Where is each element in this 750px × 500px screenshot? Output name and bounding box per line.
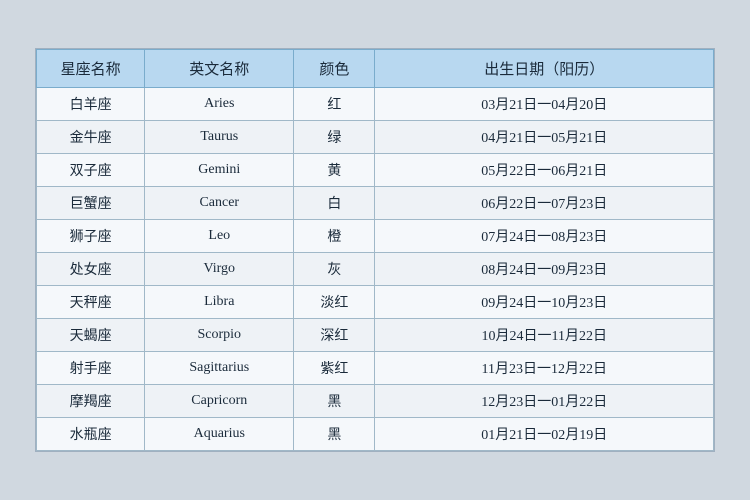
header-en: 英文名称 bbox=[145, 50, 294, 88]
cell-zh: 白羊座 bbox=[37, 88, 145, 121]
zodiac-table-container: 星座名称 英文名称 颜色 出生日期（阳历） 白羊座Aries红03月21日一04… bbox=[35, 48, 715, 452]
cell-date: 09月24日一10月23日 bbox=[375, 286, 714, 319]
table-row: 天秤座Libra淡红09月24日一10月23日 bbox=[37, 286, 714, 319]
cell-en: Sagittarius bbox=[145, 352, 294, 385]
table-row: 白羊座Aries红03月21日一04月20日 bbox=[37, 88, 714, 121]
cell-zh: 狮子座 bbox=[37, 220, 145, 253]
cell-en: Aries bbox=[145, 88, 294, 121]
cell-date: 11月23日一12月22日 bbox=[375, 352, 714, 385]
cell-en: Aquarius bbox=[145, 418, 294, 451]
cell-color: 白 bbox=[294, 187, 375, 220]
cell-date: 03月21日一04月20日 bbox=[375, 88, 714, 121]
cell-zh: 双子座 bbox=[37, 154, 145, 187]
table-row: 摩羯座Capricorn黑12月23日一01月22日 bbox=[37, 385, 714, 418]
cell-en: Capricorn bbox=[145, 385, 294, 418]
cell-en: Taurus bbox=[145, 121, 294, 154]
table-row: 狮子座Leo橙07月24日一08月23日 bbox=[37, 220, 714, 253]
cell-color: 橙 bbox=[294, 220, 375, 253]
cell-zh: 水瓶座 bbox=[37, 418, 145, 451]
table-row: 处女座Virgo灰08月24日一09月23日 bbox=[37, 253, 714, 286]
cell-color: 淡红 bbox=[294, 286, 375, 319]
cell-color: 深红 bbox=[294, 319, 375, 352]
cell-date: 12月23日一01月22日 bbox=[375, 385, 714, 418]
cell-zh: 射手座 bbox=[37, 352, 145, 385]
cell-color: 灰 bbox=[294, 253, 375, 286]
cell-date: 10月24日一11月22日 bbox=[375, 319, 714, 352]
cell-en: Gemini bbox=[145, 154, 294, 187]
cell-color: 黑 bbox=[294, 418, 375, 451]
zodiac-table: 星座名称 英文名称 颜色 出生日期（阳历） 白羊座Aries红03月21日一04… bbox=[36, 49, 714, 451]
table-row: 天蝎座Scorpio深红10月24日一11月22日 bbox=[37, 319, 714, 352]
cell-zh: 天秤座 bbox=[37, 286, 145, 319]
table-header-row: 星座名称 英文名称 颜色 出生日期（阳历） bbox=[37, 50, 714, 88]
table-row: 巨蟹座Cancer白06月22日一07月23日 bbox=[37, 187, 714, 220]
cell-color: 红 bbox=[294, 88, 375, 121]
cell-color: 绿 bbox=[294, 121, 375, 154]
cell-zh: 金牛座 bbox=[37, 121, 145, 154]
table-row: 金牛座Taurus绿04月21日一05月21日 bbox=[37, 121, 714, 154]
cell-date: 04月21日一05月21日 bbox=[375, 121, 714, 154]
cell-color: 黑 bbox=[294, 385, 375, 418]
cell-date: 08月24日一09月23日 bbox=[375, 253, 714, 286]
header-color: 颜色 bbox=[294, 50, 375, 88]
table-row: 水瓶座Aquarius黑01月21日一02月19日 bbox=[37, 418, 714, 451]
cell-en: Libra bbox=[145, 286, 294, 319]
cell-color: 紫红 bbox=[294, 352, 375, 385]
cell-date: 01月21日一02月19日 bbox=[375, 418, 714, 451]
cell-en: Scorpio bbox=[145, 319, 294, 352]
cell-zh: 巨蟹座 bbox=[37, 187, 145, 220]
cell-en: Cancer bbox=[145, 187, 294, 220]
table-row: 射手座Sagittarius紫红11月23日一12月22日 bbox=[37, 352, 714, 385]
header-date: 出生日期（阳历） bbox=[375, 50, 714, 88]
cell-zh: 天蝎座 bbox=[37, 319, 145, 352]
cell-zh: 处女座 bbox=[37, 253, 145, 286]
cell-en: Virgo bbox=[145, 253, 294, 286]
cell-date: 05月22日一06月21日 bbox=[375, 154, 714, 187]
table-row: 双子座Gemini黄05月22日一06月21日 bbox=[37, 154, 714, 187]
cell-date: 06月22日一07月23日 bbox=[375, 187, 714, 220]
header-zh: 星座名称 bbox=[37, 50, 145, 88]
cell-zh: 摩羯座 bbox=[37, 385, 145, 418]
cell-en: Leo bbox=[145, 220, 294, 253]
cell-color: 黄 bbox=[294, 154, 375, 187]
cell-date: 07月24日一08月23日 bbox=[375, 220, 714, 253]
